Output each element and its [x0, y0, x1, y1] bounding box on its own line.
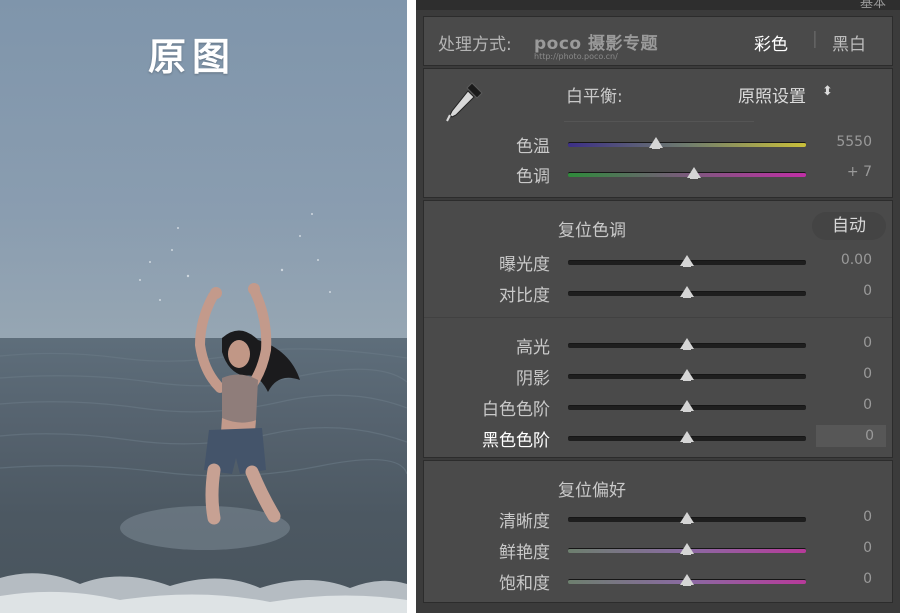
slider-thumb[interactable] — [680, 255, 694, 267]
slider-row: 色调 + 7 — [424, 162, 892, 187]
slider-row: 曝光度 0.00 — [424, 250, 892, 275]
eyedropper-icon[interactable] — [446, 79, 486, 123]
slider-track[interactable] — [568, 142, 806, 147]
slider-row: 阴影 0 — [424, 364, 892, 389]
slider-row: 清晰度 0 — [424, 507, 892, 532]
slider-row: 黑色色阶 0 — [424, 425, 892, 451]
slider-thumb[interactable] — [680, 369, 694, 381]
reset-presence-button[interactable]: 复位偏好 — [558, 476, 626, 501]
slider-row: 白色色阶 0 — [424, 395, 892, 420]
photo-title: 原图 — [148, 34, 237, 79]
slider-thumb[interactable] — [680, 286, 694, 298]
slider-value[interactable]: 0 — [812, 540, 872, 556]
reset-tone-button[interactable]: 复位色调 — [558, 216, 626, 241]
slider-thumb[interactable] — [649, 137, 664, 149]
slider-row: 鲜艳度 0 — [424, 538, 892, 563]
slider-value[interactable]: 5550 — [812, 134, 872, 150]
poco-logo: poco 摄影专题 http://photo.poco.cn/ — [534, 34, 659, 61]
bw-option[interactable]: 黑白 — [832, 30, 866, 55]
slider-value[interactable]: + 7 — [812, 164, 872, 180]
slider-row: 色温 5550 — [424, 132, 892, 157]
slider-label: 色调 — [516, 167, 550, 187]
presence-section: 复位偏好 清晰度 0 鲜艳度 0 饱和度 0 — [423, 460, 893, 603]
slider-thumb[interactable] — [680, 400, 694, 412]
slider-value[interactable]: 0 — [812, 366, 872, 382]
white-balance-section: 白平衡: 原照设置 ⬍ 色温 5550 色调 + 7 — [423, 68, 893, 198]
slider-thumb[interactable] — [680, 338, 694, 350]
color-option[interactable]: 彩色 — [754, 30, 788, 55]
slider-value[interactable]: 0 — [812, 335, 872, 351]
slider-label: 对比度 — [499, 286, 550, 306]
panel-header-text: 基本 — [859, 0, 886, 11]
slider-label: 黑色色阶 — [482, 431, 550, 451]
slider-thumb[interactable] — [680, 512, 694, 524]
slider-row: 高光 0 — [424, 333, 892, 358]
auto-button[interactable]: 自动 — [812, 212, 886, 240]
original-photo: 原图 — [0, 0, 407, 613]
tone-divider — [424, 317, 892, 318]
wb-preset-select[interactable]: 原照设置 — [738, 82, 806, 107]
slider-thumb[interactable] — [687, 167, 702, 179]
slider-value[interactable]: 0 — [812, 397, 872, 413]
slider-label: 色温 — [516, 137, 550, 157]
slider-label: 饱和度 — [499, 574, 550, 594]
option-separator: | — [812, 29, 818, 49]
dancing-woman — [139, 213, 331, 525]
slider-value[interactable]: 0 — [812, 571, 872, 587]
white-balance-label: 白平衡: — [566, 87, 623, 107]
slider-row: 对比度 0 — [424, 281, 892, 306]
slider-label: 阴影 — [516, 369, 550, 389]
slider-label: 鲜艳度 — [499, 543, 550, 563]
slider-value[interactable]: 0 — [812, 509, 872, 525]
process-section: 处理方式: poco 摄影专题 http://photo.poco.cn/ 彩色… — [423, 16, 893, 66]
slider-value[interactable]: 0.00 — [812, 252, 872, 268]
slider-thumb[interactable] — [680, 574, 694, 586]
slider-label: 曝光度 — [499, 255, 550, 275]
slider-thumb[interactable] — [680, 543, 694, 555]
gutter — [407, 0, 416, 613]
slider-value[interactable]: 0 — [812, 283, 872, 299]
chevron-updown-icon[interactable]: ⬍ — [822, 84, 833, 99]
slider-row: 饱和度 0 — [424, 569, 892, 594]
panel-top-bar: 基本 — [416, 0, 900, 11]
develop-panel: 基本 处理方式: poco 摄影专题 http://photo.poco.cn/… — [416, 0, 900, 613]
slider-label: 白色色阶 — [482, 400, 550, 420]
slider-thumb[interactable] — [680, 431, 694, 443]
slider-label: 高光 — [516, 338, 550, 358]
slider-label: 清晰度 — [499, 512, 550, 532]
wb-divider — [564, 121, 754, 122]
tone-section: 复位色调 自动 曝光度 0.00 对比度 0 高光 0 阴影 0 白色色阶 0 黑色色阶 0 — [423, 200, 893, 458]
slider-value[interactable]: 0 — [816, 425, 886, 447]
process-label: 处理方式: — [438, 35, 512, 55]
